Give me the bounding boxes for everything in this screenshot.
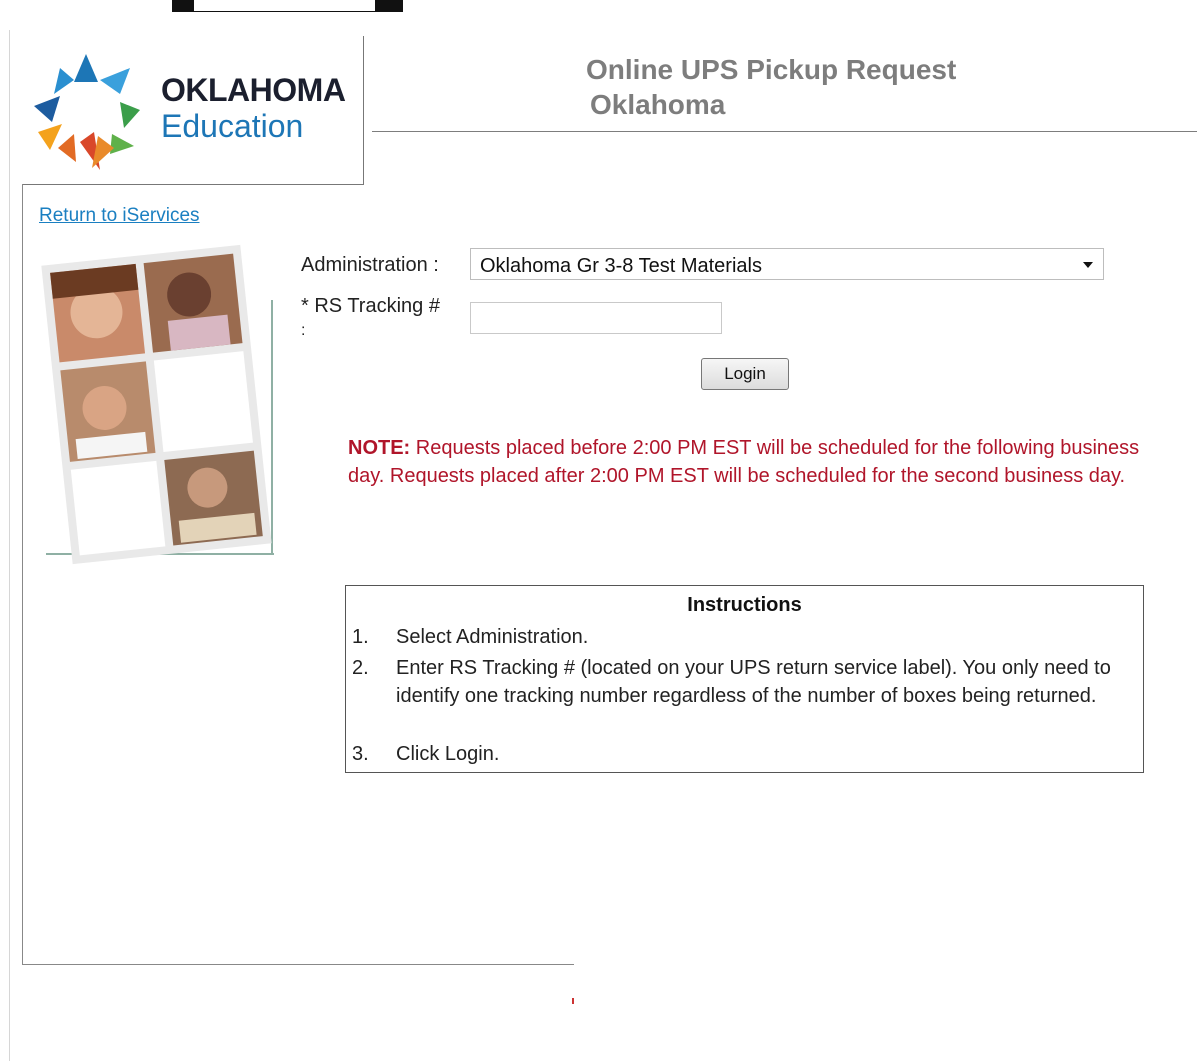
page-title: Online UPS Pickup Request <box>586 54 957 85</box>
rs-tracking-label-colon: : <box>301 322 306 339</box>
instruction-number: 2. <box>352 657 369 679</box>
header-divider <box>372 131 1197 132</box>
dropdown-arrow-icon <box>1083 262 1093 268</box>
content-frame-left <box>22 184 23 965</box>
pickup-note: NOTE: Requests placed before 2:00 PM EST… <box>348 434 1148 490</box>
top-marker-right <box>375 0 403 12</box>
oklahoma-star-logo-icon <box>34 54 140 170</box>
rs-tracking-input[interactable] <box>470 302 722 334</box>
instructions-title: Instructions <box>687 594 802 616</box>
page-subtitle: Oklahoma <box>590 89 726 120</box>
instruction-number: 1. <box>352 626 369 648</box>
instruction-text: Enter RS Tracking # (located on your UPS… <box>396 657 1111 707</box>
login-button[interactable]: Login <box>701 358 789 390</box>
administration-label: Administration : <box>301 254 439 276</box>
administration-selected-value: Oklahoma Gr 3-8 Test Materials <box>480 255 762 277</box>
instruction-text: Select Administration. <box>396 626 589 648</box>
top-marker-line <box>194 11 375 12</box>
instruction-text: Click Login. <box>396 743 500 765</box>
administration-select[interactable]: Oklahoma Gr 3-8 Test Materials <box>470 248 1104 280</box>
logo-text-oklahoma: OKLAHOMA <box>161 72 346 108</box>
note-text: Requests placed before 2:00 PM EST will … <box>348 437 1140 487</box>
page-frame-left <box>9 30 10 1061</box>
top-marker-left <box>172 0 194 12</box>
instruction-number: 3. <box>352 743 369 765</box>
logo-panel: OKLAHOMA Education <box>22 36 364 185</box>
students-photo-collage <box>41 244 274 565</box>
return-to-iservices-link[interactable]: Return to iServices <box>39 205 200 227</box>
note-prefix: NOTE: <box>348 437 411 459</box>
rs-tracking-label: * RS Tracking # <box>301 295 440 317</box>
logo-text-education: Education <box>161 108 304 144</box>
content-frame-bottom <box>22 964 574 965</box>
footer-speck <box>572 998 574 1004</box>
instructions-box: Instructions 1. Select Administration. 2… <box>345 585 1144 773</box>
